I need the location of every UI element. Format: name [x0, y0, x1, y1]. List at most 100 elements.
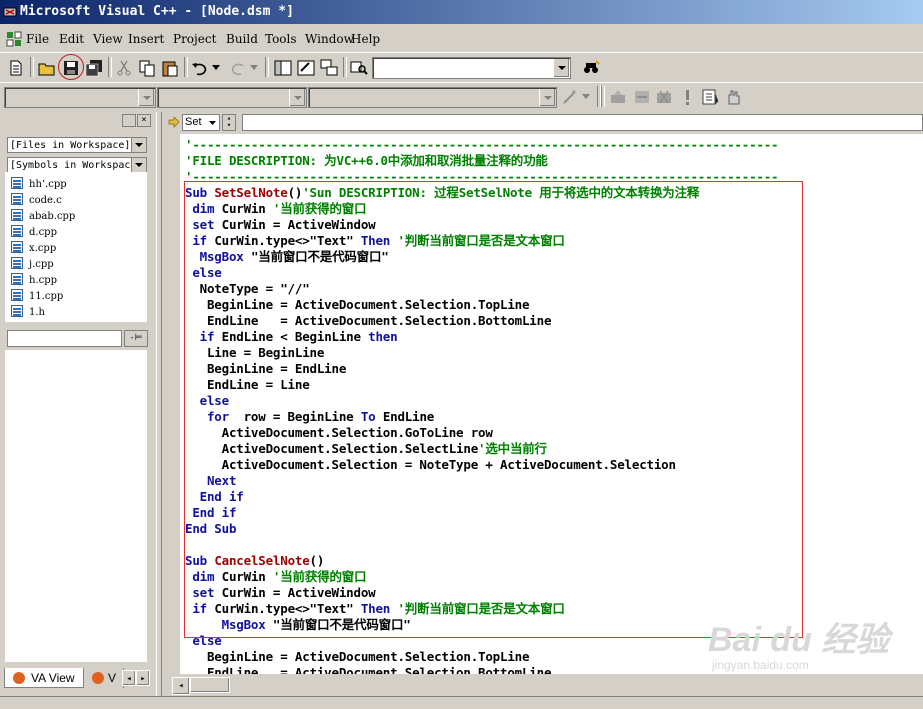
set-combo-value: Set — [185, 116, 202, 128]
file-name: d.cpp — [29, 227, 57, 238]
scroll-left-button[interactable]: ◂ — [172, 677, 190, 695]
list-item[interactable]: h.cpp — [11, 273, 57, 288]
chevron-down-icon[interactable] — [250, 65, 258, 71]
tab-scroll-left[interactable]: ◂ — [122, 670, 136, 686]
standard-toolbar — [0, 54, 923, 83]
list-item[interactable]: code.c — [11, 193, 62, 208]
chevron-left-icon: ◂ — [178, 681, 184, 691]
menu-window[interactable]: Window — [305, 32, 354, 46]
menu-view[interactable]: View — [93, 32, 123, 46]
tab-va-outline[interactable]: V — [86, 668, 124, 688]
menu-project[interactable]: Project — [173, 32, 216, 46]
window-list-icon[interactable] — [319, 58, 339, 78]
pane-splitter[interactable] — [156, 112, 162, 696]
pin-button[interactable]: -⊨ — [124, 330, 148, 347]
list-item[interactable]: d.cpp — [11, 225, 57, 240]
output-window-icon[interactable] — [296, 58, 316, 78]
set-combo[interactable]: Set — [182, 114, 220, 131]
filter-combo[interactable] — [157, 87, 307, 108]
symbols-in-workspace-combo[interactable]: [Symbols in Workspac — [7, 157, 147, 173]
cut-icon[interactable] — [114, 58, 134, 78]
toolbar-separator — [184, 57, 188, 77]
code-token: BeginLine = ActiveDocument.Selection.Top… — [185, 649, 530, 664]
symbols-combo-value: [Symbols in Workspac — [10, 160, 131, 171]
code-line: 'FILE DESCRIPTION: 为VC++6.0中添加和取消批量注释的功能 — [185, 153, 548, 169]
horizontal-scrollbar[interactable]: ◂ — [170, 676, 923, 695]
list-item[interactable]: j.cpp — [11, 257, 54, 272]
spin-button[interactable]: ▴ ▾ — [222, 114, 236, 131]
chevron-down-icon[interactable] — [131, 138, 146, 152]
chevron-down-icon[interactable] — [212, 65, 220, 71]
save-all-icon[interactable] — [84, 58, 104, 78]
menu-tools[interactable]: Tools — [265, 32, 297, 46]
source-file-icon — [11, 257, 23, 269]
menu-build[interactable]: Build — [226, 32, 258, 46]
execute-icon[interactable] — [677, 87, 697, 107]
header-file-icon — [11, 305, 23, 317]
list-item[interactable]: abab.cpp — [11, 209, 75, 224]
code-token: 'FILE DESCRIPTION: 为VC++6.0中添加和取消批量注释的功能 — [185, 153, 548, 168]
toolbar-separator — [265, 57, 269, 77]
redo-icon[interactable] — [228, 58, 248, 78]
file-name: x.cpp — [29, 243, 57, 254]
pin-icon: -⊨ — [129, 333, 143, 343]
search-binoculars-icon[interactable] — [581, 58, 601, 78]
file-name: hh‘.cpp — [29, 179, 67, 190]
menu-insert[interactable]: Insert — [128, 32, 164, 46]
mdi-icon[interactable] — [6, 31, 22, 47]
restore-pane-icon[interactable] — [122, 114, 136, 127]
file-name: abab.cpp — [29, 211, 76, 222]
new-text-file-icon[interactable] — [6, 58, 26, 78]
find-in-files-icon[interactable] — [349, 58, 369, 78]
editor-header-field[interactable] — [242, 114, 923, 131]
chevron-down-icon[interactable] — [138, 89, 154, 106]
find-combo[interactable] — [372, 57, 571, 79]
menu-edit[interactable]: Edit — [59, 32, 84, 46]
highlight-box — [184, 181, 803, 638]
list-item[interactable]: hh‘.cpp — [11, 177, 67, 192]
list-item[interactable]: x.cpp — [11, 241, 56, 256]
tab-va-view[interactable]: VA View — [4, 668, 84, 688]
paste-icon[interactable] — [160, 58, 180, 78]
file-name: h.cpp — [29, 275, 58, 286]
symbol-filter-input[interactable] — [7, 330, 122, 347]
list-item[interactable]: 11.cpp — [11, 289, 63, 304]
code-line: BeginLine = ActiveDocument.Selection.Top… — [185, 649, 530, 665]
undo-icon[interactable] — [190, 58, 210, 78]
copy-icon[interactable] — [137, 58, 157, 78]
toolbar-separator — [343, 57, 347, 77]
chevron-down-icon[interactable] — [553, 59, 569, 77]
close-pane-icon[interactable]: × — [137, 114, 151, 127]
save-highlight-circle — [58, 54, 84, 80]
menu-file[interactable]: File — [26, 32, 49, 46]
tomato-icon — [92, 672, 104, 684]
files-in-workspace-combo[interactable]: [Files in Workspace] — [7, 137, 147, 153]
source-file-icon — [11, 225, 23, 237]
go-icon[interactable] — [700, 87, 720, 107]
menu-help[interactable]: Help — [351, 32, 380, 46]
toolbar-separator — [30, 57, 34, 77]
chevron-down-icon[interactable] — [289, 89, 305, 106]
chevron-down-icon[interactable] — [539, 89, 555, 106]
wizard-wand-icon[interactable] — [560, 87, 580, 107]
compile-icon[interactable] — [632, 87, 652, 107]
editor-gutter — [166, 134, 180, 676]
menu-bar: File Edit View Insert Project Build Tool… — [0, 26, 923, 53]
chevron-down-icon[interactable] — [131, 158, 146, 172]
workspace-window-icon[interactable] — [273, 58, 293, 78]
build-icon[interactable] — [608, 87, 628, 107]
tab-scroll-right[interactable]: ▸ — [136, 670, 150, 686]
class-combo[interactable] — [4, 87, 156, 108]
chevron-down-icon[interactable] — [582, 94, 590, 100]
breakpoint-hand-icon[interactable] — [723, 87, 743, 107]
code-token: '---------------------------------------… — [185, 137, 779, 152]
stop-build-icon[interactable] — [654, 87, 674, 107]
members-combo[interactable] — [308, 87, 557, 108]
scroll-thumb[interactable] — [190, 677, 230, 693]
list-item[interactable]: 1.h — [11, 305, 45, 320]
file-name: 1.h — [29, 307, 45, 318]
chevron-down-icon[interactable] — [209, 121, 216, 126]
open-folder-icon[interactable] — [37, 58, 57, 78]
toolbar-separator — [108, 57, 112, 77]
source-file-icon — [11, 241, 23, 253]
